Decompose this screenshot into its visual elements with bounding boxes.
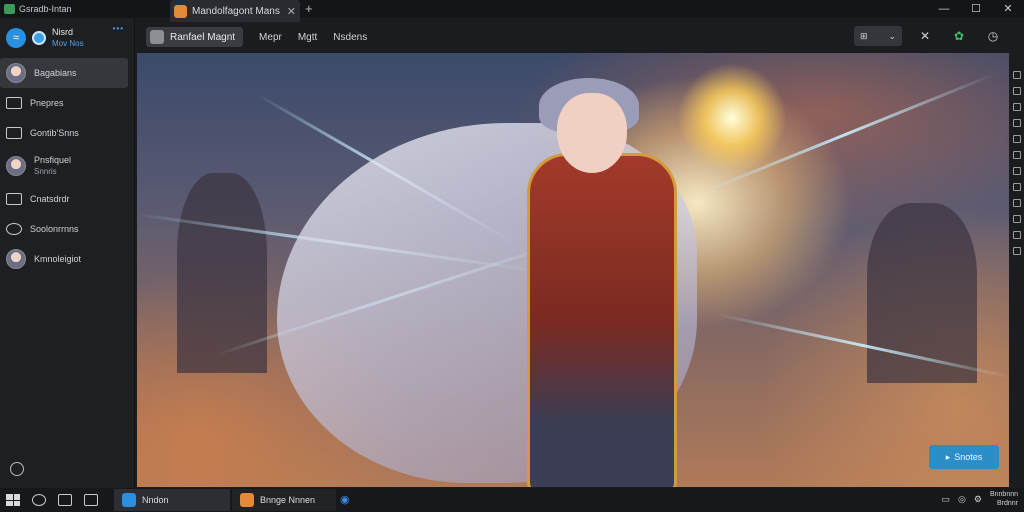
- sidebar: ≈ Nisrd Mov Nos ••• Bagabians Pnepres Go…: [0, 18, 135, 488]
- app-logo-icon: [4, 4, 15, 14]
- window-icon[interactable]: [58, 494, 72, 506]
- avatar: [6, 249, 26, 269]
- sidebar-item-label: Pnsfiquel: [34, 155, 72, 165]
- toolbar-right: ⊞ ⌄ ✕ ✿ ◷: [854, 26, 1004, 46]
- tablet-icon[interactable]: [84, 494, 98, 506]
- close-button[interactable]: ✕: [992, 0, 1024, 18]
- account-info[interactable]: Nisrd Mov Nos: [52, 27, 84, 49]
- new-tab-button[interactable]: +: [305, 1, 313, 16]
- rail-icon[interactable]: [1013, 199, 1021, 207]
- more-options-icon[interactable]: •••: [113, 24, 124, 33]
- taskbar-app-label: Nndon: [142, 495, 169, 505]
- rail-icon[interactable]: [1013, 135, 1021, 143]
- account-name: Nisrd: [52, 27, 74, 37]
- minimize-button[interactable]: —: [928, 0, 960, 18]
- avatar: [6, 156, 26, 176]
- sidebar-item-6[interactable]: Kmnoleigiot: [0, 244, 134, 274]
- sidebar-item-3[interactable]: Pnsfiquel Snnris: [0, 148, 134, 184]
- sidebar-item-0[interactable]: Bagabians: [0, 58, 128, 88]
- clock[interactable]: Bnnbnnn Brdnnr: [990, 490, 1018, 508]
- toolbar-active-label: Ranfael Magnt: [170, 31, 236, 43]
- rail-icon[interactable]: [1013, 119, 1021, 127]
- play-icon: ▸: [945, 451, 951, 462]
- app-title: Gsradb-Intan: [4, 4, 154, 14]
- sidebar-item-5[interactable]: Soolonrrnns: [0, 214, 134, 244]
- taskbar-app-label: Bnnge Nnnen: [260, 495, 316, 505]
- chevron-down-icon: ⌄: [888, 30, 896, 41]
- tab-close-icon[interactable]: ✕: [287, 5, 296, 18]
- rail-icon[interactable]: [1013, 215, 1021, 223]
- tray-icon[interactable]: ◎: [958, 494, 966, 505]
- sidebar-item-label: Cnatsdrdr: [30, 194, 70, 204]
- app-title-text: Gsradb-Intan: [19, 4, 72, 14]
- artwork-image: ▸ Snotes: [137, 53, 1009, 487]
- extension-icon[interactable]: ✿: [948, 29, 970, 43]
- tray-icon[interactable]: ▭: [942, 494, 951, 505]
- start-menu-icon[interactable]: [6, 494, 20, 506]
- taskbar: Nndon Bnnge Nnnen ◉ ▭ ◎ ⚙ Bnnbnnn Brdnnr: [0, 488, 1024, 512]
- magic-glow: [677, 63, 787, 173]
- right-rail: [1010, 53, 1024, 487]
- toolbar-link-1[interactable]: Mgtt: [298, 32, 317, 43]
- image-icon: [6, 97, 22, 109]
- taskbar-app-1[interactable]: Nndon: [114, 489, 230, 511]
- rail-icon[interactable]: [1013, 231, 1021, 239]
- toolbar-active-item[interactable]: Ranfael Magnt: [146, 27, 244, 47]
- settings-icon[interactable]: [10, 462, 24, 476]
- account-icon[interactable]: [32, 31, 46, 45]
- document-icon: [6, 193, 22, 205]
- pen-icon[interactable]: [32, 494, 46, 506]
- rail-icon[interactable]: [1013, 71, 1021, 79]
- browser-tab[interactable]: Mandolfagont Mans ✕: [170, 0, 300, 22]
- tab-title: Mandolfagont Mans: [192, 5, 280, 17]
- window-controls: — ☐ ✕: [928, 0, 1024, 18]
- start-button-label: Snotes: [954, 452, 983, 462]
- toolbar: Ranfael Magnt Mepr Mgtt Nsdens ⊞ ⌄ ✕ ✿ ◷: [136, 22, 1024, 52]
- back-icon: [150, 30, 164, 44]
- rail-icon[interactable]: [1013, 151, 1021, 159]
- monitor-icon: [6, 127, 22, 139]
- sidebar-item-label: Soolonrrnns: [30, 224, 79, 234]
- rail-icon[interactable]: [1013, 183, 1021, 191]
- tray-icon[interactable]: ⚙: [974, 494, 982, 505]
- title-bar: Gsradb-Intan: [0, 0, 1024, 18]
- browser-icon[interactable]: ◉: [340, 493, 350, 506]
- sidebar-item-4[interactable]: Cnatsdrdr: [0, 184, 134, 214]
- rail-icon[interactable]: [1013, 247, 1021, 255]
- sidebar-item-sublabel: Snnris: [34, 167, 57, 176]
- sidebar-item-label: Bagabians: [34, 68, 77, 78]
- taskbar-app-2[interactable]: Bnnge Nnnen: [232, 489, 336, 511]
- character-face: [557, 93, 627, 173]
- app-icon: [122, 493, 136, 507]
- character-armor: [527, 153, 677, 487]
- sidebar-item-2[interactable]: Gontib'Snns: [0, 118, 134, 148]
- clock-time: Bnnbnnn: [989, 491, 1018, 498]
- rail-icon[interactable]: [1013, 167, 1021, 175]
- sidebar-item-label: Gontib'Snns: [30, 128, 79, 138]
- rail-icon[interactable]: [1013, 103, 1021, 111]
- rail-icon[interactable]: [1013, 87, 1021, 95]
- system-tray: ▭ ◎ ⚙ Bnnbnnn Brdnnr: [942, 490, 1018, 508]
- butterfly-icon[interactable]: ✕: [914, 29, 936, 43]
- toolbar-link-0[interactable]: Mepr: [259, 32, 282, 43]
- sidebar-item-label: Kmnoleigiot: [34, 254, 82, 264]
- toolbar-link-2[interactable]: Nsdens: [333, 32, 367, 43]
- sidebar-item-1[interactable]: Pnepres: [0, 88, 134, 118]
- clock-date: Brdnnr: [996, 500, 1018, 507]
- sidebar-item-label: Pnepres: [30, 98, 64, 108]
- maximize-button[interactable]: ☐: [960, 0, 992, 18]
- app-logo-icon[interactable]: ≈: [6, 28, 26, 48]
- clock-icon[interactable]: ◷: [982, 29, 1004, 43]
- chat-icon: [6, 223, 22, 235]
- start-button[interactable]: ▸ Snotes: [929, 445, 999, 469]
- grid-icon: ⊞: [860, 30, 868, 41]
- view-selector[interactable]: ⊞ ⌄: [854, 26, 902, 46]
- avatar: [6, 63, 26, 83]
- app-icon: [240, 493, 254, 507]
- tab-favicon-icon: [174, 4, 187, 18]
- account-status: Mov Nos: [52, 39, 84, 48]
- sidebar-header: ≈ Nisrd Mov Nos •••: [0, 18, 134, 58]
